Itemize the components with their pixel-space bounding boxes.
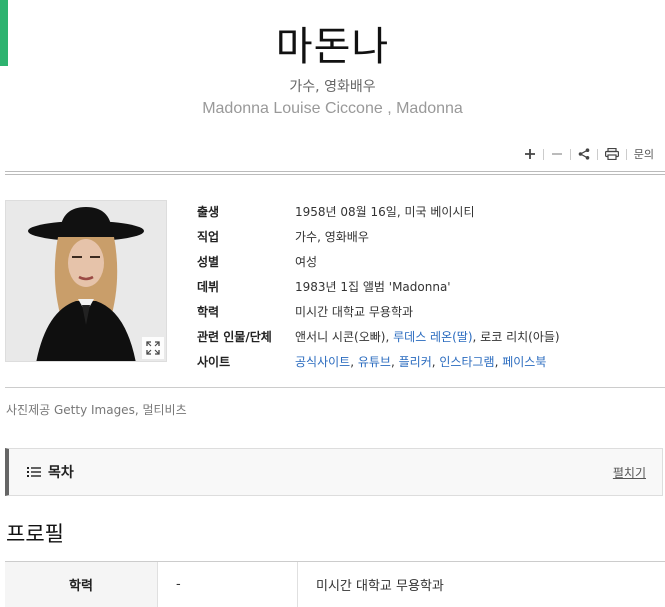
header-divider: [5, 171, 665, 175]
font-increase-button[interactable]: [517, 144, 543, 164]
expand-photo-button[interactable]: [142, 337, 164, 359]
related-person-rocco: 로코 리치(아들): [480, 330, 560, 344]
print-button[interactable]: [598, 144, 626, 164]
info-value-job: 가수, 영화배우: [295, 230, 369, 244]
share-button[interactable]: [571, 144, 597, 164]
inquiry-label: 문의: [633, 148, 654, 161]
info-key-debut: 데뷔: [197, 280, 220, 294]
info-value-birth: 1958년 08월 16일, 미국 베이시티: [295, 205, 475, 219]
toc-label: 목차: [48, 465, 74, 481]
info-key-sites: 사이트: [197, 355, 231, 369]
page-title: 마돈나: [275, 24, 390, 70]
table-of-contents: 목차 펼치기: [5, 448, 663, 496]
site-link-youtube[interactable]: 유튜브: [358, 355, 391, 369]
info-key-job: 직업: [197, 230, 220, 244]
font-decrease-button[interactable]: [544, 144, 570, 164]
original-name: Madonna Louise Ciccone , Madonna: [202, 100, 463, 117]
profile-table-value: 미시간 대학교 무용학과: [316, 579, 444, 594]
site-link-official[interactable]: 공식사이트: [295, 355, 350, 369]
info-row-birth: 출생 1958년 08월 16일, 미국 베이시티: [197, 199, 657, 224]
related-person-anthony: 앤서니 시콘(오빠): [295, 330, 386, 344]
info-key-gender: 성별: [197, 255, 220, 269]
print-icon: [604, 148, 619, 160]
info-key-education: 학력: [197, 305, 220, 319]
info-value-sites: 공식사이트, 유튜브, 플리커, 인스타그램, 페이스북: [295, 353, 546, 370]
toc-header: 목차: [27, 462, 74, 482]
profile-table: 학력 - 미시간 대학교 무용학과: [5, 561, 665, 607]
inquiry-button[interactable]: 문의: [627, 144, 661, 164]
info-value-debut: 1983년 1집 앨범 'Madonna': [295, 280, 451, 294]
related-person-lourdes-link[interactable]: 루데스 레온(딸): [393, 330, 472, 344]
toc-expand-button[interactable]: 펼치기: [613, 464, 646, 481]
info-row-related: 관련 인물/단체 앤서니 시콘(오빠), 루데스 레온(딸), 로코 리치(아들…: [197, 324, 657, 349]
info-row-education: 학력 미시간 대학교 무용학과: [197, 299, 657, 324]
plus-icon: [524, 149, 535, 159]
site-link-flickr[interactable]: 플리커: [399, 355, 432, 369]
info-key-related: 관련 인물/단체: [197, 330, 272, 344]
profile-table-key: 학력: [5, 562, 158, 607]
site-separator: ,: [350, 355, 358, 369]
share-icon: [578, 148, 590, 160]
info-row-sites: 사이트 공식사이트, 유튜브, 플리커, 인스타그램, 페이스북: [197, 349, 657, 374]
info-key-birth: 출생: [197, 205, 220, 219]
site-link-instagram[interactable]: 인스타그램: [439, 355, 494, 369]
info-value-education: 미시간 대학교 무용학과: [295, 305, 414, 319]
info-divider: [5, 387, 665, 388]
info-row-gender: 성별 여성: [197, 249, 657, 274]
photo-credit: 사진제공 Getty Images, 멀티비츠: [6, 403, 187, 417]
summary-info-table: 출생 1958년 08월 16일, 미국 베이시티 직업 가수, 영화배우 성별…: [197, 199, 657, 374]
profile-table-period: -: [158, 562, 298, 607]
article-toolbar: 문의: [517, 144, 661, 164]
info-value-related: 앤서니 시콘(오빠), 루데스 레온(딸), 로코 리치(아들): [295, 328, 560, 345]
section-title-profile: 프로필: [6, 522, 64, 546]
info-value-gender: 여성: [295, 255, 318, 269]
info-row-job: 직업 가수, 영화배우: [197, 224, 657, 249]
page-subtitle: 가수, 영화배우: [289, 79, 376, 95]
info-row-debut: 데뷔 1983년 1집 앨범 'Madonna': [197, 274, 657, 299]
expand-icon: [146, 341, 160, 355]
site-link-facebook[interactable]: 페이스북: [502, 355, 546, 369]
minus-icon: [551, 153, 562, 155]
profile-photo[interactable]: [5, 200, 167, 362]
list-icon: [27, 467, 41, 477]
site-separator: ,: [390, 355, 399, 369]
related-separator: ,: [385, 330, 394, 344]
